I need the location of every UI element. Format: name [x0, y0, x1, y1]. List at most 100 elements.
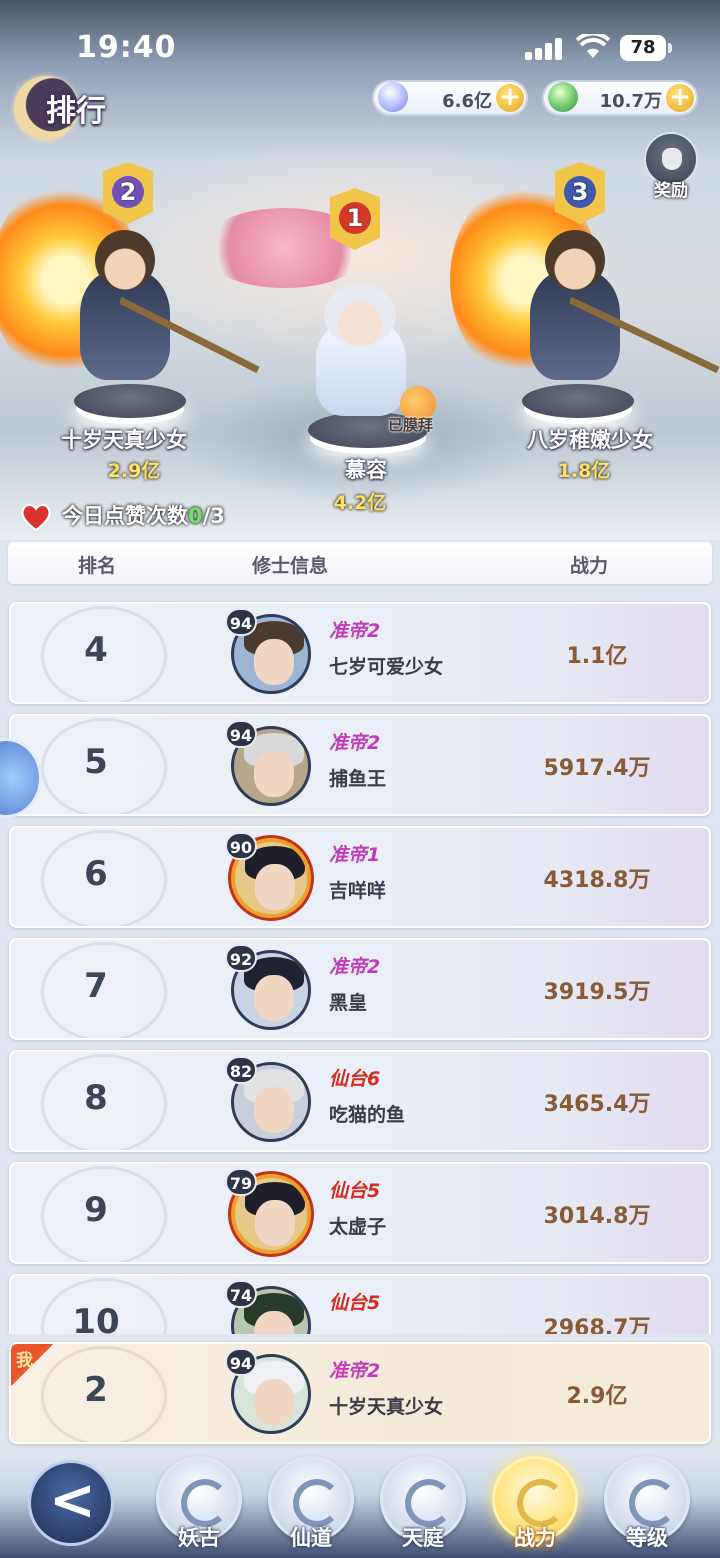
heart-icon	[21, 504, 51, 532]
back-button[interactable]: <	[28, 1460, 114, 1546]
ranking-column-header: 排名 修士信息 战力	[8, 542, 712, 584]
player-power: 3465.4万	[543, 1092, 651, 1117]
player-name: 吃猫的鱼	[329, 1104, 406, 1126]
level-badge: 94	[225, 1348, 257, 1376]
podium-power: 4.2亿	[333, 492, 387, 514]
ranking-row[interactable]: 8 82 仙台6 吃猫的鱼 3465.4万	[9, 1050, 711, 1152]
character-head	[324, 284, 396, 346]
realm-label: 仙台5	[329, 1180, 381, 1202]
avatar[interactable]: 79	[225, 1168, 317, 1260]
rank-badge: 1	[330, 188, 380, 250]
player-name: 捕鱼王	[329, 768, 387, 790]
character-head	[95, 230, 155, 290]
column-rank: 排名	[78, 555, 117, 577]
column-info: 修士信息	[252, 555, 329, 577]
ranking-row[interactable]: 9 79 仙台5 太虚子 3014.8万	[9, 1162, 711, 1264]
currency-value: 10.7万	[599, 91, 662, 112]
tab-tianting[interactable]: 天庭	[376, 1456, 470, 1556]
realm-label: 准帝2	[329, 956, 381, 978]
avatar[interactable]: 92	[225, 944, 317, 1036]
add-jade-button[interactable]: +	[666, 84, 694, 112]
player-name: 吉咩咩	[329, 880, 387, 902]
row-rank: 8	[84, 1078, 108, 1118]
podium-rank-3[interactable]: 3 八岁稚嫩少女 1.8亿	[450, 150, 720, 490]
player-power: 3919.5万	[543, 980, 651, 1005]
level-badge: 92	[225, 944, 257, 972]
realm-label: 准帝2	[329, 620, 381, 642]
currency-jade: 10.7万 +	[542, 80, 698, 116]
tab-label: 仙道	[290, 1526, 332, 1550]
row-rank: 9	[84, 1190, 108, 1230]
me-tag: 我	[11, 1344, 53, 1386]
signal-icon	[525, 38, 565, 60]
rank-badge: 2	[103, 162, 153, 224]
status-time: 19:40	[76, 30, 177, 65]
spear-icon	[570, 296, 720, 374]
page-title: 排行	[14, 72, 124, 144]
player-name: 太虚子	[329, 1216, 387, 1238]
tab-zhanli[interactable]: 战力	[488, 1456, 582, 1556]
level-badge: 79	[225, 1168, 257, 1196]
row-rank: 5	[84, 742, 108, 782]
podium-name: 八岁稚嫩少女	[527, 428, 653, 452]
avatar[interactable]: 82	[225, 1056, 317, 1148]
level-badge: 74	[225, 1280, 257, 1308]
column-power: 战力	[570, 555, 609, 577]
player-power: 4318.8万	[543, 868, 651, 893]
my-ranking-row[interactable]: 我 2 94 准帝2 十岁天真少女 2.9亿	[9, 1342, 711, 1444]
avatar[interactable]: 94	[225, 608, 317, 700]
currency-value: 6.6亿	[442, 91, 492, 112]
player-power: 5917.4万	[543, 756, 651, 781]
wifi-icon	[576, 34, 610, 58]
realm-label: 准帝2	[329, 732, 381, 754]
row-rank: 7	[84, 966, 108, 1006]
worship-button[interactable]: 已膜拜	[388, 386, 452, 436]
row-rank: 4	[84, 630, 108, 670]
jade-dragon-icon	[548, 82, 578, 112]
character-head	[545, 230, 605, 290]
ranking-scene: 19:40 78 排行 6.6亿 + 10.7万 + 奖励 2 十岁天真少女 2…	[0, 0, 720, 540]
player-name: 黑皇	[329, 992, 368, 1014]
back-arrow-icon: <	[49, 1468, 96, 1533]
ranking-row[interactable]: 7 92 准帝2 黑皇 3919.5万	[9, 938, 711, 1040]
podium-power: 1.8亿	[557, 460, 611, 482]
worship-label: 已膜拜	[388, 416, 434, 434]
player-power: 1.1亿	[566, 644, 628, 669]
avatar[interactable]: 74	[225, 1280, 317, 1334]
tab-label: 战力	[514, 1526, 556, 1550]
page-title-text: 排行	[46, 94, 106, 129]
avatar[interactable]: 90	[225, 832, 317, 924]
likes-total: /3	[202, 504, 225, 528]
podium-rank-1[interactable]: 1 慕容 4.2亿	[200, 180, 500, 514]
level-badge: 94	[225, 720, 257, 748]
add-crystal-button[interactable]: +	[496, 84, 524, 112]
tab-label: 天庭	[402, 1526, 444, 1550]
currency-crystal: 6.6亿 +	[372, 80, 528, 116]
tab-xiandao[interactable]: 仙道	[264, 1456, 358, 1556]
ranking-row[interactable]: 4 94 准帝2 七岁可爱少女 1.1亿	[9, 602, 711, 704]
ranking-row[interactable]: 6 90 准帝1 吉咩咩 4318.8万	[9, 826, 711, 928]
realm-label: 仙台6	[329, 1068, 381, 1090]
battery-indicator: 78	[620, 35, 672, 61]
podium-name: 慕容	[345, 458, 387, 482]
row-rank: 2	[84, 1370, 108, 1410]
realm-label: 仙台5	[329, 1292, 381, 1314]
tab-dengji[interactable]: 等级	[600, 1456, 694, 1556]
status-bar: 19:40 78	[0, 0, 720, 80]
level-badge: 82	[225, 1056, 257, 1084]
player-name: 七岁可爱少女	[329, 656, 444, 678]
tab-label: 妖古	[178, 1526, 220, 1550]
ranking-list[interactable]: 4 94 准帝2 七岁可爱少女 1.1亿 5 94 准帝2 捕鱼王 5917.4…	[0, 596, 720, 1334]
ranking-row[interactable]: 5 94 准帝2 捕鱼王 5917.4万	[9, 714, 711, 816]
player-power: 2.9亿	[566, 1384, 628, 1409]
ranking-row[interactable]: 10 74 仙台5 2968.7万	[9, 1274, 711, 1334]
realm-label: 准帝1	[329, 844, 381, 866]
level-badge: 94	[225, 608, 257, 636]
podium-power: 2.9亿	[107, 460, 161, 482]
avatar[interactable]: 94	[225, 720, 317, 812]
tab-yaogu[interactable]: 妖古	[152, 1456, 246, 1556]
avatar[interactable]: 94	[225, 1348, 317, 1440]
row-rank: 10	[72, 1302, 120, 1334]
player-power: 2968.7万	[543, 1316, 651, 1334]
player-name: 十岁天真少女	[329, 1396, 444, 1418]
